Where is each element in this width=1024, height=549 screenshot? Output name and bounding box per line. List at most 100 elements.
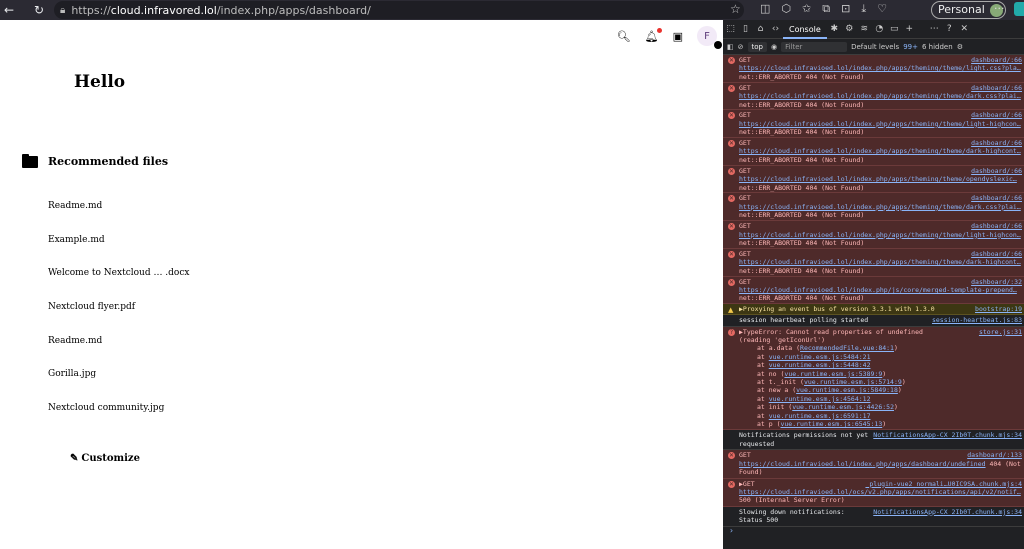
- list-item[interactable]: Example.md: [48, 234, 189, 268]
- stack-link[interactable]: vue.runtime.esm.js:5484:21: [769, 353, 871, 361]
- list-item[interactable]: Welcome to Nextcloud … .docx: [48, 267, 189, 301]
- elements-icon[interactable]: ‹›: [768, 24, 783, 34]
- network-icon[interactable]: ≋: [857, 24, 872, 34]
- source-link[interactable]: dashboard/:66: [971, 139, 1022, 147]
- help-icon[interactable]: ?: [942, 24, 957, 34]
- split-icon[interactable]: ◫: [760, 2, 770, 16]
- source-link[interactable]: session-heartbeat.js:83: [932, 316, 1022, 324]
- collections-icon[interactable]: ⧉: [822, 2, 830, 16]
- url-link[interactable]: https://cloud.infravioed.lol/index.php/a…: [739, 231, 1022, 239]
- devtools-tabbar: ⬚ ▯ ⌂ ‹› Console ✱ ⚙ ≋ ◔ ▭ + ⋯ ? ✕: [723, 20, 1024, 39]
- error-icon: ✕: [728, 452, 735, 460]
- stack-link[interactable]: vue.runtime.esm.js:5714:9: [804, 378, 902, 386]
- source-link[interactable]: dashboard/:66: [971, 111, 1022, 119]
- stack-post: ): [897, 386, 902, 395]
- source-link[interactable]: dashboard/:66: [971, 222, 1022, 230]
- device-icon[interactable]: ▯: [738, 24, 753, 34]
- star-icon[interactable]: ☆: [730, 2, 741, 16]
- search-icon[interactable]: 🔍︎: [617, 30, 631, 43]
- stack-link[interactable]: vue.runtime.esm.js:4564:12: [769, 395, 871, 403]
- screenshot-icon[interactable]: ⊡: [841, 2, 850, 16]
- avatar[interactable]: F: [697, 26, 722, 49]
- source-link[interactable]: _plugin-vue2_normali…U0IC9SA.chunk.mjs:4: [865, 480, 1022, 488]
- error-icon: ✕: [728, 112, 735, 120]
- console-error: ✕ dashboard/:66 GET https://cloud.infravioe…: [723, 221, 1024, 249]
- settings-icon[interactable]: ⚙: [957, 43, 963, 51]
- menu-icon[interactable]: ⋯: [927, 24, 942, 34]
- source-link[interactable]: NotificationsApp-CX_2Ib0T.chunk.mjs:34: [873, 508, 1022, 516]
- heart-icon[interactable]: ♡: [877, 2, 887, 16]
- url-link[interactable]: https://cloud.infravioed.lol/index.php/a…: [739, 258, 1022, 266]
- url-link[interactable]: https://cloud.infravioed.lol/index.php/a…: [739, 203, 1022, 211]
- url-link[interactable]: https://cloud.infravioed.lol/index.php/a…: [739, 460, 986, 468]
- page-title: Hello: [74, 72, 126, 92]
- source-link[interactable]: bootstrap:19: [975, 305, 1022, 313]
- downloads-icon[interactable]: ⤓: [861, 2, 866, 16]
- stack-line: at vue.runtime.esm.js:5484:21: [739, 353, 1022, 361]
- stack-link[interactable]: vue.runtime.esm.js:4426:52: [792, 403, 894, 411]
- sidebar-icon[interactable]: ◧: [727, 43, 734, 51]
- source-link[interactable]: dashboard/:66: [971, 250, 1022, 258]
- clear-icon[interactable]: ⊘: [738, 43, 744, 51]
- back-icon[interactable]: ←: [0, 0, 18, 20]
- inspect-icon[interactable]: ⬚: [723, 24, 738, 34]
- url-link[interactable]: https://cloud.infravioed.lol/index.php/a…: [739, 120, 1022, 128]
- tab-console[interactable]: Console: [783, 20, 827, 39]
- address-bar[interactable]: 🔒︎ https://cloud.infravored.lol/index.ph…: [54, 1, 744, 19]
- issues-badge[interactable]: 99+: [903, 43, 918, 51]
- stack-link[interactable]: vue.runtime.esm.js:5849:18: [796, 386, 898, 394]
- eye-icon[interactable]: ◉: [771, 43, 777, 51]
- stack-line: at no (vue.runtime.esm.js:5389:9): [739, 370, 1022, 378]
- stack-link[interactable]: vue.runtime.esm.js:6591:17: [769, 412, 871, 420]
- source-link[interactable]: NotificationsApp-CX_2Ib0T.chunk.mjs:34: [873, 431, 1022, 439]
- filter-input[interactable]: Filter: [781, 41, 848, 52]
- url-link[interactable]: https://cloud.infravioed.lol/index.php/a…: [739, 64, 1022, 72]
- extensions-icon[interactable]: ⬡: [781, 2, 791, 16]
- url-link[interactable]: https://cloud.infravioed.lol/index.php/a…: [739, 175, 1022, 183]
- copilot-icon[interactable]: [1014, 2, 1024, 16]
- stack-link[interactable]: vue.runtime.esm.js:6545:13: [780, 420, 882, 428]
- source-link[interactable]: dashboard/:66: [971, 84, 1022, 92]
- favorites-icon[interactable]: ✩: [802, 2, 811, 16]
- memory-icon[interactable]: ▭: [887, 24, 902, 34]
- status: net::ERR_ABORTED 404 (Not Found): [739, 266, 865, 275]
- hidden-count: 6 hidden: [921, 42, 953, 51]
- source-link[interactable]: dashboard/:32: [971, 278, 1022, 286]
- list-item[interactable]: Nextcloud flyer.pdf: [48, 301, 189, 335]
- log-text: requested: [739, 439, 775, 448]
- performance-icon[interactable]: ◔: [872, 24, 887, 34]
- levels-select[interactable]: Default levels: [851, 43, 899, 51]
- home-icon[interactable]: ⌂: [753, 24, 768, 34]
- url-link[interactable]: https://cloud.infravioed.lol/index.php/a…: [739, 92, 1022, 100]
- source-link[interactable]: dashboard/:66: [971, 56, 1022, 64]
- bug-icon[interactable]: ✱: [827, 24, 842, 34]
- contacts-icon[interactable]: ▣: [673, 30, 683, 43]
- method: GET: [739, 83, 751, 92]
- list-item[interactable]: Gorilla.jpg: [48, 368, 189, 402]
- context-select[interactable]: top: [747, 41, 767, 52]
- source-link[interactable]: dashboard/:66: [971, 194, 1022, 202]
- close-icon[interactable]: ✕: [957, 24, 972, 34]
- source-link[interactable]: store.js:31: [979, 328, 1022, 336]
- list-item[interactable]: Readme.md: [48, 200, 189, 234]
- url-link[interactable]: https://cloud.infravioed.lol/ocs/v2.php/…: [739, 488, 1022, 496]
- stack-link[interactable]: RecommendedFile.vue:84:1: [800, 344, 894, 352]
- url-link[interactable]: https://cloud.infravioed.lol/index.php/a…: [739, 147, 1022, 155]
- customize-button[interactable]: ✎ Customize: [70, 453, 140, 464]
- list-item[interactable]: Readme.md: [48, 335, 189, 369]
- add-tab-icon[interactable]: +: [902, 24, 917, 34]
- method: GET: [739, 111, 751, 120]
- status-dot: [714, 41, 722, 49]
- url-link[interactable]: https://cloud.infravioed.lol/index.php/j…: [739, 286, 1022, 294]
- more-icon[interactable]: ···: [994, 2, 1005, 15]
- source-link[interactable]: dashboard/:66: [971, 167, 1022, 175]
- reload-icon[interactable]: ↻: [30, 0, 48, 20]
- source-link[interactable]: dashboard/:133: [967, 451, 1022, 459]
- sources-icon[interactable]: ⚙: [842, 24, 857, 34]
- notifications-icon[interactable]: 🔔︎: [645, 27, 662, 43]
- stack-link[interactable]: vue.runtime.esm.js:5389:9: [784, 370, 882, 378]
- stack-link[interactable]: vue.runtime.esm.js:5448:42: [769, 361, 871, 369]
- devtools-panel: ⬚ ▯ ⌂ ‹› Console ✱ ⚙ ≋ ◔ ▭ + ⋯ ? ✕ ◧ ⊘ t…: [723, 20, 1024, 549]
- console-prompt[interactable]: ›: [723, 526, 1024, 535]
- list-item[interactable]: Nextcloud community.jpg: [48, 402, 189, 436]
